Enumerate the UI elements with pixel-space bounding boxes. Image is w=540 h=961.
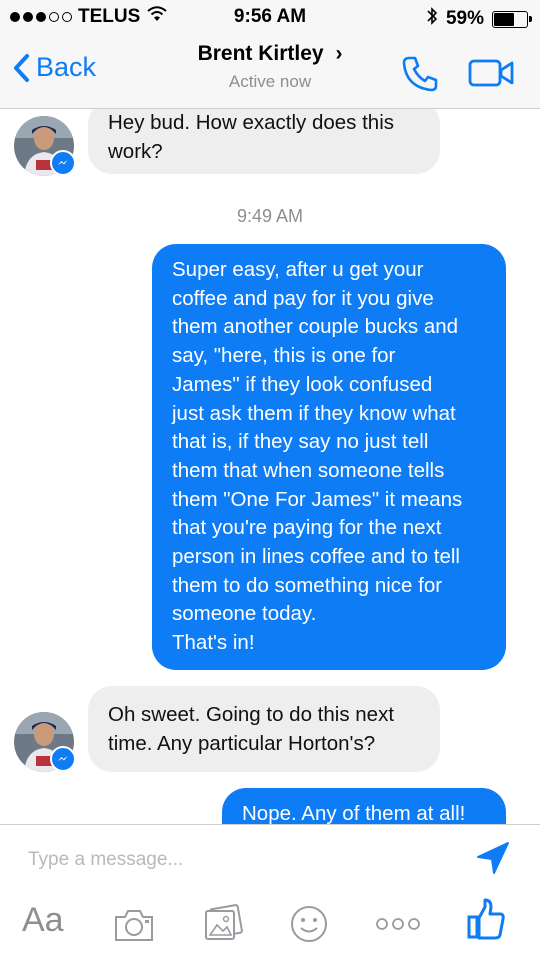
message-bubble-incoming[interactable]: Hey bud. How exactly does this work? (88, 100, 440, 174)
message-input[interactable]: Type a message... (28, 849, 183, 871)
message-line: coffee and pay for it you give (172, 286, 434, 310)
navigation-header: TELUS 9:56 AM 59% Back Brent Kirtley › A… (0, 0, 540, 109)
video-camera-icon[interactable] (468, 58, 516, 93)
conversation-title[interactable]: Brent Kirtley › Active now (0, 42, 540, 92)
message-line: Nope. Any of them at all! (242, 802, 466, 824)
message-line: time. Any particular Horton's? (108, 732, 376, 755)
message-line: say, "here, this is one for (172, 344, 396, 368)
message-line: Super easy, after u get your (172, 258, 424, 281)
message-bubble-incoming[interactable]: Oh sweet. Going to do this next time. An… (88, 686, 440, 772)
message-bubble-outgoing[interactable]: Super easy, after u get your coffee and … (152, 244, 506, 670)
message-line: someone today. (172, 602, 317, 626)
message-line: Oh sweet. Going to do this next (108, 703, 395, 726)
message-timestamp: 9:49 AM (236, 206, 304, 226)
message-line: That's in! (172, 631, 255, 655)
message-line: them "One For James" it means (172, 487, 463, 511)
message-line: person in lines coffee and to tell (172, 545, 460, 569)
message-line: them to do something nice for (172, 573, 443, 597)
message-line: that you're paying for the next (172, 516, 442, 540)
message-line: them that when someone tells (172, 458, 445, 482)
message-line: that is, if they say no just tell (172, 430, 429, 454)
message-composer: Type a message... Aa (0, 824, 540, 961)
emoji-icon[interactable] (288, 903, 330, 950)
contact-avatar[interactable] (14, 712, 76, 772)
message-bubble-outgoing[interactable]: Nope. Any of them at all! (222, 788, 506, 824)
message-thread[interactable]: Hey bud. How exactly does this work? 9:4… (0, 0, 540, 824)
contact-avatar[interactable] (14, 116, 76, 176)
message-line: Hey bud. How exactly does this (108, 111, 394, 134)
like-icon[interactable] (466, 897, 506, 946)
presence-status: Active now (228, 72, 312, 91)
message-line: James" if they look confused (172, 372, 433, 396)
text-format-button[interactable]: Aa (22, 901, 64, 940)
message-line: work? (108, 140, 163, 163)
messenger-badge-icon (50, 746, 76, 772)
messenger-badge-icon (50, 150, 76, 176)
chevron-right-icon: › (335, 42, 343, 65)
battery-icon (492, 10, 532, 28)
contact-name: Brent Kirtley (197, 42, 324, 65)
send-icon[interactable] (476, 841, 510, 880)
more-icon[interactable] (374, 917, 422, 936)
battery-percent: 59% (445, 8, 484, 29)
phone-icon[interactable] (400, 54, 440, 99)
status-bar: TELUS 9:56 AM 59% (0, 0, 540, 36)
camera-icon[interactable] (112, 907, 156, 948)
composer-toolbar: Aa (0, 897, 540, 957)
bluetooth-icon (426, 6, 438, 32)
message-line: them another couple bucks and (172, 315, 459, 339)
message-line: just ask them if they know what (172, 401, 456, 425)
photos-icon[interactable] (202, 903, 244, 948)
